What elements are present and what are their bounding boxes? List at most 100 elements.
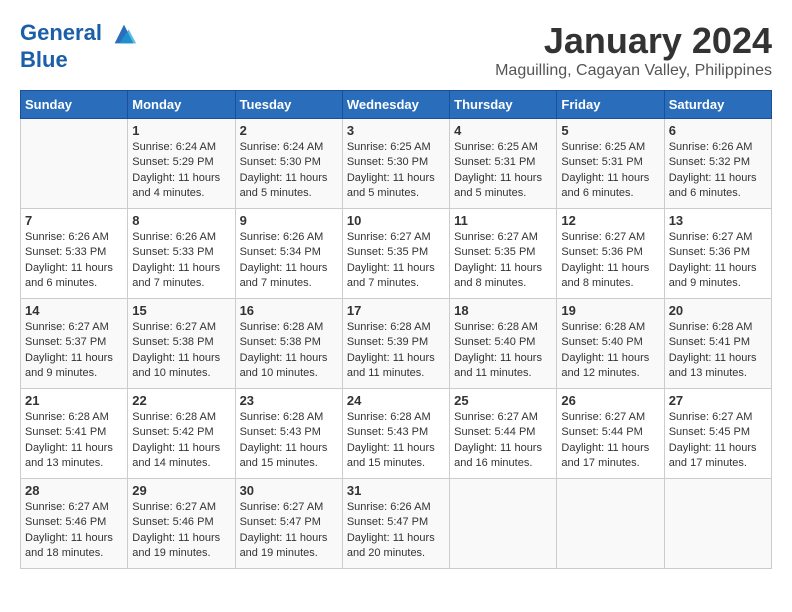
calendar-cell: 31Sunrise: 6:26 AMSunset: 5:47 PMDayligh…: [342, 479, 449, 569]
day-number: 15: [132, 303, 230, 318]
calendar-cell: 11 Sunrise: 6:27 AMSunset: 5:35 PMDayligh…: [450, 209, 557, 299]
day-info-line: Daylight: 11 hours: [240, 352, 328, 364]
day-info-line: Daylight: 11 hours: [454, 262, 542, 274]
day-info-line: Sunrise: 6:27 AM: [669, 231, 753, 243]
day-info-line: Daylight: 11 hours: [132, 532, 220, 544]
day-content: Sunrise: 6:26 AMSunset: 5:33 PMDaylight:…: [25, 230, 123, 292]
day-info-line: Sunrise: 6:27 AM: [25, 321, 109, 333]
day-info-line: Sunrise: 6:27 AM: [561, 231, 645, 243]
day-info-line: and 9 minutes.: [669, 277, 741, 289]
day-content: Sunrise: 6:27 AM Sunset: 5:37 PM Daylight:…: [25, 320, 123, 382]
day-info-line: Daylight: 11 hours: [25, 442, 113, 454]
day-info-line: and 5 minutes.: [240, 187, 312, 199]
day-number: 30: [240, 483, 338, 498]
day-content: Sunrise: 6:28 AM Sunset: 5:41 PM Daylight:…: [25, 410, 123, 472]
day-info-line: Daylight: 11 hours: [25, 532, 113, 544]
day-content: Sunrise: 6:28 AMSunset: 5:41 PMDaylight:…: [669, 320, 767, 382]
weekday-header-row: SundayMondayTuesdayWednesdayThursdayFrid…: [21, 91, 772, 119]
week-row-4: 21 Sunrise: 6:28 AM Sunset: 5:41 PM Dayligh…: [21, 389, 772, 479]
calendar-cell: 28Sunrise: 6:27 AMSunset: 5:46 PMDayligh…: [21, 479, 128, 569]
day-info-line: and 11 minutes.: [454, 367, 531, 379]
day-info-line: and 18 minutes.: [25, 547, 103, 559]
page-header: General Blue January 2024 Maguilling, Ca…: [20, 20, 772, 80]
day-info-line: Sunrise: 6:28 AM: [240, 321, 324, 333]
day-info-line: Sunrise: 6:28 AM: [561, 321, 645, 333]
day-number: 24: [347, 393, 445, 408]
day-info-line: Sunrise: 6:26 AM: [240, 231, 324, 243]
day-info-line: Daylight: 11 hours: [454, 442, 542, 454]
day-info-line: Sunset: 5:40 PM: [454, 336, 535, 348]
calendar-table: SundayMondayTuesdayWednesdayThursdayFrid…: [20, 90, 772, 569]
day-info-line: and 14 minutes.: [132, 457, 210, 469]
day-info-line: Daylight: 11 hours: [240, 262, 328, 274]
calendar-cell: [450, 479, 557, 569]
day-number: 16: [240, 303, 338, 318]
day-content: Sunrise: 6:27 AMSunset: 5:35 PMDaylight:…: [347, 230, 445, 292]
day-content: Sunrise: 6:26 AMSunset: 5:34 PMDaylight:…: [240, 230, 338, 292]
day-number: 11: [454, 213, 552, 228]
day-info-line: and 10 minutes.: [132, 367, 210, 379]
day-info-line: Daylight: 11 hours: [132, 442, 220, 454]
day-info-line: Sunrise: 6:28 AM: [669, 321, 753, 333]
day-number: 2: [240, 123, 338, 138]
week-row-5: 28Sunrise: 6:27 AMSunset: 5:46 PMDayligh…: [21, 479, 772, 569]
day-info-line: and 19 minutes.: [132, 547, 210, 559]
day-info-line: Daylight: 11 hours: [561, 442, 649, 454]
day-info-line: Sunrise: 6:27 AM: [240, 501, 324, 513]
day-number: 7: [25, 213, 123, 228]
day-info-line: Daylight: 11 hours: [454, 172, 542, 184]
day-number: 29: [132, 483, 230, 498]
week-row-1: 1Sunrise: 6:24 AMSunset: 5:29 PMDaylight…: [21, 119, 772, 209]
weekday-header-monday: Monday: [128, 91, 235, 119]
calendar-cell: 9Sunrise: 6:26 AMSunset: 5:34 PMDaylight…: [235, 209, 342, 299]
day-info-line: Sunset: 5:43 PM: [240, 426, 321, 438]
day-info-line: and 7 minutes.: [347, 277, 419, 289]
day-number: 21: [25, 393, 123, 408]
day-content: Sunrise: 6:27 AMSunset: 5:44 PMDaylight:…: [454, 410, 552, 472]
calendar-cell: 25Sunrise: 6:27 AMSunset: 5:44 PMDayligh…: [450, 389, 557, 479]
weekday-header-thursday: Thursday: [450, 91, 557, 119]
day-content: Sunrise: 6:26 AMSunset: 5:33 PMDaylight:…: [132, 230, 230, 292]
day-info-line: Sunset: 5:31 PM: [561, 156, 642, 168]
day-info-line: Sunset: 5:37 PM: [25, 336, 106, 348]
day-content: Sunrise: 6:27 AMSunset: 5:47 PMDaylight:…: [240, 500, 338, 562]
day-number: 23: [240, 393, 338, 408]
day-content: Sunrise: 6:25 AMSunset: 5:31 PMDaylight:…: [454, 140, 552, 202]
day-number: 14: [25, 303, 123, 318]
day-info-line: Daylight: 11 hours: [25, 352, 113, 364]
calendar-cell: 19Sunrise: 6:28 AMSunset: 5:40 PMDayligh…: [557, 299, 664, 389]
calendar-cell: 2Sunrise: 6:24 AMSunset: 5:30 PMDaylight…: [235, 119, 342, 209]
logo: General Blue: [20, 20, 138, 72]
day-info-line: Sunrise: 6:26 AM: [347, 501, 431, 513]
day-content: Sunrise: 6:27 AMSunset: 5:36 PMDaylight:…: [669, 230, 767, 292]
day-content: Sunrise: 6:27 AMSunset: 5:46 PMDaylight:…: [132, 500, 230, 562]
day-info-line: Sunset: 5:41 PM: [25, 426, 106, 438]
day-info-line: and 19 minutes.: [240, 547, 318, 559]
day-info-line: Sunset: 5:36 PM: [669, 246, 750, 258]
calendar-cell: 20Sunrise: 6:28 AMSunset: 5:41 PMDayligh…: [664, 299, 771, 389]
day-info-line: Sunrise: 6:28 AM: [25, 411, 109, 423]
calendar-cell: [664, 479, 771, 569]
day-number: 26: [561, 393, 659, 408]
calendar-cell: [21, 119, 128, 209]
day-info-line: Sunset: 5:32 PM: [669, 156, 750, 168]
day-info-line: Sunset: 5:33 PM: [25, 246, 106, 258]
day-info-line: Sunset: 5:46 PM: [25, 516, 106, 528]
day-info-line: and 10 minutes.: [240, 367, 318, 379]
day-info-line: Sunrise: 6:28 AM: [347, 411, 431, 423]
month-title: January 2024: [495, 20, 772, 62]
day-info-line: Sunrise: 6:25 AM: [347, 141, 431, 153]
day-info-line: Sunrise: 6:24 AM: [240, 141, 324, 153]
day-content: Sunrise: 6:27 AMSunset: 5:35 PMDaylight:…: [454, 230, 552, 292]
day-info-line: Sunset: 5:29 PM: [132, 156, 213, 168]
day-info-line: Sunset: 5:43 PM: [347, 426, 428, 438]
day-info-line: Sunrise: 6:27 AM: [347, 231, 431, 243]
calendar-cell: 1Sunrise: 6:24 AMSunset: 5:29 PMDaylight…: [128, 119, 235, 209]
day-content: Sunrise: 6:28 AMSunset: 5:43 PMDaylight:…: [347, 410, 445, 472]
day-number: 6: [669, 123, 767, 138]
day-info-line: and 8 minutes.: [454, 277, 526, 289]
weekday-header-wednesday: Wednesday: [342, 91, 449, 119]
day-number: 8: [132, 213, 230, 228]
day-info-line: and 6 minutes.: [669, 187, 741, 199]
calendar-cell: 22Sunrise: 6:28 AMSunset: 5:42 PMDayligh…: [128, 389, 235, 479]
